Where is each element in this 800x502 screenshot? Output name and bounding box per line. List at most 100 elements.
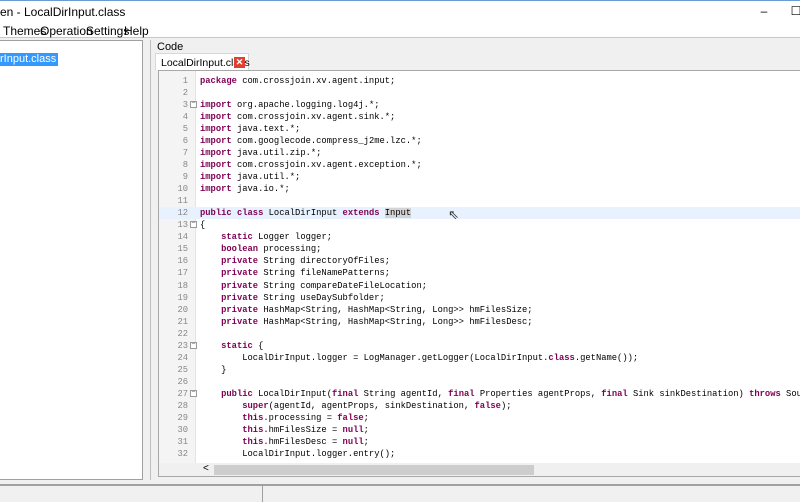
file-tree[interactable]: rInput.class	[0, 40, 143, 480]
tab-localdirinput[interactable]: LocalDirInput.class ✕	[155, 53, 250, 70]
code-token: (agentId, agentProps, sinkDestination,	[268, 400, 475, 411]
line-number: 19	[177, 292, 188, 303]
scroll-thumb[interactable]	[214, 465, 534, 475]
code-text: private String directoryOfFiles;	[200, 255, 390, 267]
code-token: Logger logger;	[252, 232, 332, 243]
code-line: 24 LocalDirInput.logger = LogManager.get…	[159, 352, 800, 364]
menu-help[interactable]: Help	[124, 24, 149, 38]
code-token: }	[200, 364, 227, 375]
code-text: import java.text.*;	[200, 123, 300, 135]
code-text: private HashMap<String, HashMap<String, …	[200, 304, 533, 316]
code-panel: Code LocalDirInput.class ✕ 1 package com.…	[150, 40, 800, 480]
code-token: com.crossjoin.xv.agent.sink.*;	[231, 112, 396, 123]
line-number: 4	[182, 112, 188, 123]
code-token: HashMap<String, HashMap<String, Long>> h…	[258, 304, 533, 315]
line-number: 21	[177, 316, 188, 327]
menu-settings[interactable]: Settings	[86, 24, 129, 38]
line-number: 30	[177, 424, 188, 435]
line-number: 17	[177, 268, 188, 279]
line-number: 27	[177, 388, 188, 399]
line-number: 20	[177, 304, 188, 315]
fold-toggle-icon[interactable]: −	[190, 221, 197, 229]
line-number: 7	[182, 148, 188, 159]
code-token: .hmFilesSize =	[263, 424, 343, 435]
code-token: LocalDirInput(	[252, 388, 332, 399]
code-text: {	[200, 219, 205, 231]
code-token: org.apache.logging.log4j.*;	[231, 100, 380, 111]
code-keyword: super	[242, 400, 269, 411]
fold-toggle-icon[interactable]: −	[190, 341, 197, 349]
line-number: 16	[177, 256, 188, 267]
code-keyword: package	[200, 76, 237, 86]
code-text: private HashMap<String, HashMap<String, …	[200, 316, 532, 328]
scroll-left-arrow[interactable]: <	[203, 463, 209, 474]
code-line: 17 private String fileNamePatterns;	[159, 267, 800, 279]
code-label: Code	[157, 41, 184, 53]
code-text: super(agentId, agentProps, sinkDestinati…	[200, 400, 511, 412]
code-token: String fileNamePatterns;	[258, 268, 391, 279]
line-number: 10	[177, 184, 188, 195]
code-keyword: import	[200, 160, 232, 171]
code-keyword: final	[601, 388, 628, 399]
code-line: 3− import org.apache.logging.log4j.*;	[159, 99, 800, 111]
code-keyword: false	[337, 412, 364, 423]
code-keyword: throws	[749, 388, 781, 399]
code-keyword: boolean	[221, 244, 259, 255]
fold-toggle-icon[interactable]: −	[190, 101, 197, 109]
code-keyword: final	[332, 388, 359, 399]
code-text: import com.crossjoin.xv.agent.exception.…	[200, 159, 422, 171]
code-line: 6 import com.googlecode.compress_j2me.lzc…	[159, 135, 800, 147]
line-number: 13	[177, 220, 188, 231]
fold-toggle-icon[interactable]: −	[190, 389, 197, 397]
code-token: String useDaySubfolder;	[258, 292, 385, 303]
code-token: ;	[363, 436, 369, 447]
code-token: com.crossjoin.xv.agent.exception.*;	[231, 160, 422, 171]
code-editor[interactable]: 1 package com.crossjoin.xv.agent.input; 2 3…	[158, 70, 800, 477]
code-line: 11	[159, 195, 800, 207]
code-token: String agentId,	[358, 388, 449, 399]
code-token: com.googlecode.compress_j2me.lzc.*;	[231, 136, 422, 147]
code-keyword: private	[221, 268, 259, 279]
code-text: package com.crossjoin.xv.agent.input;	[200, 75, 395, 87]
code-line: 27− public LocalDirInput(final String ag…	[159, 388, 800, 400]
line-number: 31	[177, 436, 188, 447]
code-line: 15 boolean processing;	[159, 243, 800, 255]
close-tab-icon[interactable]: ✕	[234, 57, 245, 68]
minimize-button[interactable]: –	[754, 4, 774, 20]
code-text: import java.util.zip.*;	[200, 147, 321, 159]
tree-item-selected[interactable]: rInput.class	[0, 53, 59, 66]
code-token: {	[200, 220, 206, 231]
code-token: .hmFilesDesc =	[263, 436, 343, 447]
code-line: 4 import com.crossjoin.xv.agent.sink.*;	[159, 111, 800, 123]
code-line: 29 this.processing = false;	[159, 412, 800, 424]
code-line: 5 import java.text.*;	[159, 123, 800, 135]
code-token: LocalDirInput.logger.entry();	[200, 448, 396, 459]
maximize-button[interactable]: ☐	[786, 4, 800, 20]
code-keyword: import	[200, 124, 232, 135]
title-bar: en - LocalDirInput.class – ☐	[0, 0, 800, 22]
code-line: 23− static {	[159, 340, 800, 352]
code-keyword: private	[221, 256, 259, 267]
code-keyword: import	[200, 172, 232, 183]
code-keyword: import	[200, 100, 232, 111]
line-number: 28	[177, 400, 188, 411]
code-token: java.text.*;	[231, 124, 301, 135]
code-keyword: static	[221, 232, 253, 243]
code-token: Sink sinkDestination)	[627, 388, 750, 399]
code-text: import java.util.*;	[200, 171, 300, 183]
horizontal-scrollbar[interactable]: <	[159, 463, 800, 476]
code-keyword: private	[221, 280, 259, 291]
code-text: import com.googlecode.compress_j2me.lzc.…	[200, 135, 422, 147]
code-keyword: import	[200, 112, 232, 123]
line-number: 32	[177, 448, 188, 459]
line-number: 2	[182, 88, 188, 99]
window-title: en - LocalDirInput.class	[0, 5, 126, 19]
menu-operation[interactable]: Operation	[40, 24, 93, 38]
code-token: processing;	[258, 244, 322, 255]
code-token: String directoryOfFiles;	[258, 256, 391, 267]
